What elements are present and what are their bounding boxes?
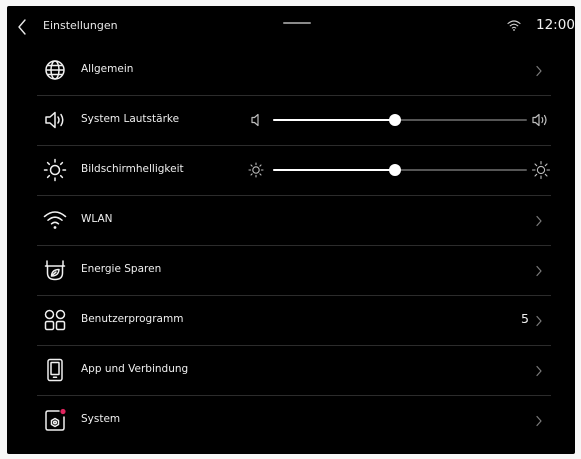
volume-slider[interactable] [246,108,551,132]
chevron-right-icon [536,415,542,427]
chevron-left-icon[interactable] [15,18,31,36]
wifi-status-icon [507,20,521,31]
slider-thumb[interactable] [388,114,401,126]
settings-row-system-lautstaerke: System Lautstärke [37,96,551,146]
drag-handle[interactable] [283,22,311,24]
globe-icon [45,60,65,80]
phone-device-icon [47,358,63,382]
apps-grid-icon [44,309,66,331]
slider-track[interactable] [273,164,527,176]
sun-high-icon [531,160,551,180]
chevron-right-icon [536,215,542,227]
wifi-icon [43,211,67,229]
row-label: System Lautstärke [81,113,180,125]
speaker-icon [45,111,64,129]
settings-row-allgemein[interactable]: Allgemein [37,46,551,96]
sun-low-icon [248,162,264,178]
notification-badge [60,408,66,415]
settings-row-energie-sparen[interactable]: Energie Sparen [37,246,551,296]
eco-leaf-icon [44,260,66,281]
row-label: Bildschirmhelligkeit [81,163,184,175]
speaker-low-icon [251,113,259,127]
slider-thumb[interactable] [388,164,401,176]
slider-fill [273,119,395,121]
settings-row-system[interactable]: System [37,396,551,445]
settings-screen: Einstellungen 12:00 Allgemein System Lau… [7,6,575,454]
slider-fill [273,169,395,171]
chevron-right-icon [536,265,542,277]
system-update-icon [45,408,66,431]
settings-row-app-und-verbindung[interactable]: App und Verbindung [37,346,551,396]
settings-row-benutzerprogramm[interactable]: Benutzerprogramm 5 [37,296,551,346]
slider-track[interactable] [273,114,527,126]
settings-row-wlan[interactable]: WLAN [37,196,551,246]
brightness-slider[interactable] [246,158,551,182]
row-label: System [81,413,121,425]
row-label: App und Verbindung [81,363,189,375]
row-label: WLAN [81,213,113,225]
sun-icon [43,158,67,182]
status-bar: Einstellungen 12:00 [7,6,575,46]
row-label: Benutzerprogramm [81,313,184,325]
speaker-high-icon [532,113,547,127]
row-label: Energie Sparen [81,263,162,275]
chevron-right-icon [536,65,542,77]
chevron-right-icon [536,315,542,327]
settings-row-bildschirmhelligkeit: Bildschirmhelligkeit [37,146,551,196]
settings-list: Allgemein System Lautstärke Bildschirmhe… [37,46,551,445]
clock: 12:00 [536,17,575,33]
program-count: 5 [521,311,529,326]
page-title: Einstellungen [43,19,118,32]
chevron-right-icon [536,365,542,377]
row-label: Allgemein [81,63,134,75]
